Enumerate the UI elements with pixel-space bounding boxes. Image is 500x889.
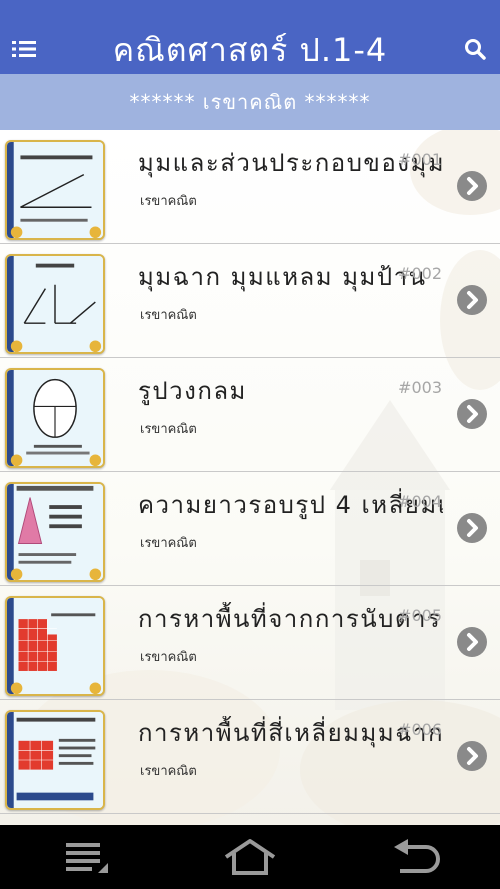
lesson-thumbnail: [5, 710, 105, 810]
chevron-right-circle-icon[interactable]: [456, 170, 488, 202]
app-bar: คณิตศาสตร์ ป.1-4 ****** เรขาคณิต ******: [0, 0, 500, 130]
recent-apps-icon[interactable]: [58, 837, 118, 877]
lesson-number: #001: [398, 150, 442, 169]
chevron-right-circle-icon[interactable]: [456, 284, 488, 316]
list-item[interactable]: มุมและส่วนประกอบของมุม #001 เรขาคณิต: [0, 130, 500, 244]
search-icon[interactable]: [464, 38, 486, 60]
lesson-category: เรขาคณิต: [140, 764, 197, 779]
list-item[interactable]: ความยาวรอบรูป 4 เหลี่ยมและ #004 เรขาคณิต: [0, 472, 500, 586]
list-item[interactable]: การหาพื้นที่จากการนับตาราง #005 เรขาคณิต: [0, 586, 500, 700]
lesson-list[interactable]: มุมและส่วนประกอบของมุม #001 เรขาคณิต มุม: [0, 130, 500, 825]
title-bar: คณิตศาสตร์ ป.1-4: [0, 0, 500, 74]
lesson-thumbnail: [5, 596, 105, 696]
category-bar: ****** เรขาคณิต ******: [0, 74, 500, 130]
lesson-number: #003: [398, 378, 442, 397]
chevron-right-circle-icon[interactable]: [456, 626, 488, 658]
list-item[interactable]: มุมฉาก มุมแหลม มุมป้าน #002 เรขาคณิต: [0, 244, 500, 358]
lesson-number: #002: [398, 264, 442, 283]
lesson-thumbnail: [5, 368, 105, 468]
chevron-right-circle-icon[interactable]: [456, 740, 488, 772]
lesson-category: เรขาคณิต: [140, 194, 197, 209]
home-icon[interactable]: [220, 837, 280, 877]
lesson-number: #006: [398, 720, 442, 739]
list-item[interactable]: การหาพื้นที่สี่เหลี่ยมมุมฉาก #006 เรขาคณ…: [0, 700, 500, 814]
lesson-thumbnail: [5, 140, 105, 240]
chevron-right-circle-icon[interactable]: [456, 512, 488, 544]
back-icon[interactable]: [386, 837, 446, 877]
lesson-number: #005: [398, 606, 442, 625]
lesson-thumbnail: [5, 482, 105, 582]
lesson-number: #004: [398, 492, 442, 511]
lesson-category: เรขาคณิต: [140, 536, 197, 551]
lesson-thumbnail: [5, 254, 105, 354]
category-label: ****** เรขาคณิต ******: [129, 90, 371, 114]
app-title: คณิตศาสตร์ ป.1-4: [112, 31, 388, 69]
lesson-category: เรขาคณิต: [140, 308, 197, 323]
list-item[interactable]: รูปวงกลม #003 เรขาคณิต: [0, 358, 500, 472]
lesson-category: เรขาคณิต: [140, 422, 197, 437]
system-navigation-bar: [0, 825, 500, 889]
chevron-right-circle-icon[interactable]: [456, 398, 488, 430]
lesson-category: เรขาคณิต: [140, 650, 197, 665]
